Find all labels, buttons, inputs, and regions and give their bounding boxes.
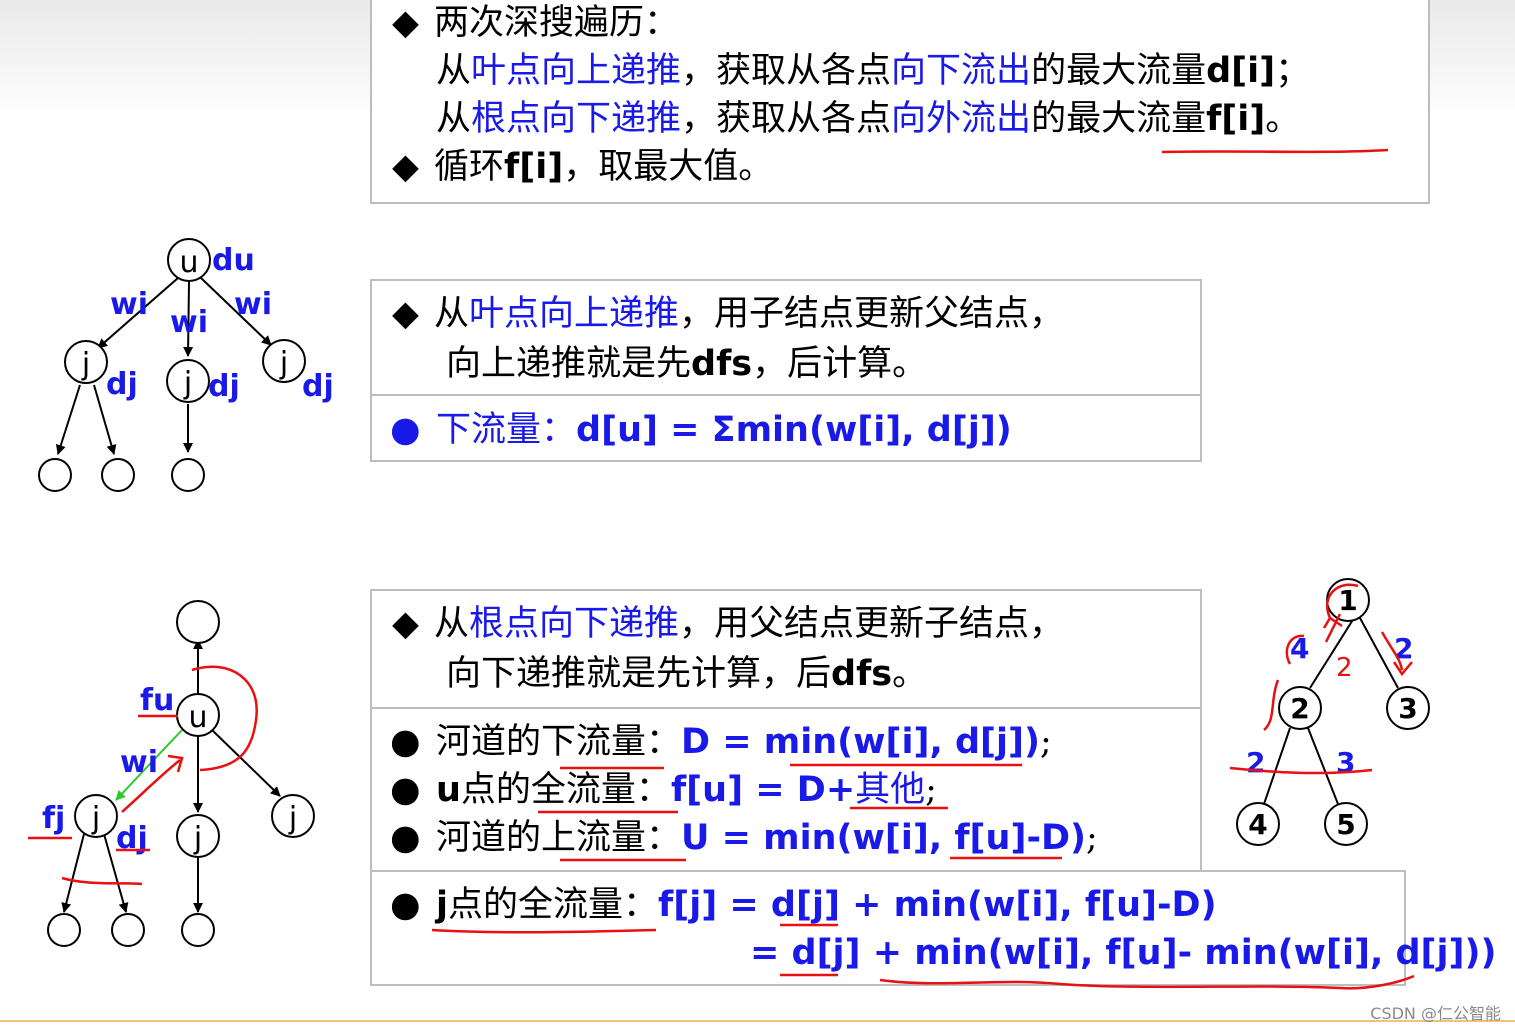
circle-bullet-icon: ● — [390, 770, 421, 810]
summary-line-3: 从根点向下递推，获取从各点向外流出的最大流量f[i]。 — [436, 99, 1301, 139]
edge-label: 2 — [1394, 632, 1413, 665]
edge-label: 2 — [1246, 746, 1265, 779]
label-wi: wi — [234, 287, 272, 322]
example-tree-diagram: 1 2 3 4 5 4 2 2 3 2 — [1229, 578, 1430, 846]
node-j: j — [279, 346, 288, 381]
river-down-flow: ● 河道的下流量：D = min(w[i], d[j]); — [390, 722, 1052, 762]
leaf-up-tree-diagram: u j j j du wi wi wi dj dj dj — [38, 238, 334, 492]
node-5: 5 — [1336, 808, 1355, 841]
diamond-bullet-icon: ◆ — [392, 294, 419, 334]
label-wi: wi — [120, 745, 158, 780]
node-j: j — [183, 366, 192, 401]
summary-line-1: ◆ 两次深搜遍历： — [392, 3, 680, 43]
leaf-up-box: ◆ 从叶点向上递推，用子结点更新父结点， 向上递推就是先dfs，后计算。 ● 下流量… — [370, 279, 1202, 462]
label-dj: dj — [302, 369, 334, 404]
leaf-up-line-2: 向上递推就是先dfs，后计算。 — [446, 344, 928, 384]
circle-bullet-icon: ● — [390, 885, 421, 925]
label-wi: wi — [170, 305, 208, 340]
root-down-line-2: 向下递推就是先计算，后dfs。 — [446, 654, 928, 694]
divider — [372, 394, 1200, 396]
label-wi: wi — [110, 287, 148, 322]
node-3: 3 — [1398, 692, 1417, 725]
red-label: 2 — [1336, 653, 1353, 683]
label-dj: dj — [106, 367, 138, 402]
node-j: j — [91, 801, 100, 836]
node-j: j — [81, 347, 90, 382]
label-du: du — [212, 243, 255, 278]
watermark: CSDN @仁公智能 — [1370, 1004, 1501, 1023]
root-down-tree-diagram: u j j j fu wi fj dj — [28, 600, 315, 947]
j-total-flow-line-2: = d[j] + min(w[i], f[u]- min(w[i], d[j])… — [750, 933, 1497, 973]
footer-bar — [0, 1020, 1515, 1022]
u-total-flow: ● u点的全流量：f[u] = D+其他; — [390, 770, 937, 810]
circle-bullet-icon: ● — [390, 410, 421, 450]
label-fj: fj — [42, 801, 65, 836]
node-j: j — [288, 801, 297, 836]
summary-box: ◆ 两次深搜遍历： 从叶点向上递推，获取从各点向下流出的最大流量d[i]； 从根点… — [370, 0, 1430, 204]
node-j: j — [193, 821, 202, 856]
root-down-box: ◆ 从根点向下递推，用父结点更新子结点， 向下递推就是先计算，后dfs。 ● 河道的… — [370, 589, 1202, 872]
j-total-flow-box: ● j点的全流量：f[j] = d[j] + min(w[i], f[u]-D) … — [370, 870, 1497, 986]
node-4: 4 — [1248, 808, 1267, 841]
j-total-flow-line-1: ● j点的全流量：f[j] = d[j] + min(w[i], f[u]-D) — [390, 885, 1217, 925]
node-u: u — [188, 700, 207, 735]
circle-bullet-icon: ● — [390, 722, 421, 762]
down-flow-formula: ● 下流量：d[u] = Σmin(w[i], d[j]) — [390, 410, 1012, 450]
diamond-bullet-icon: ◆ — [392, 604, 419, 644]
divider — [372, 707, 1200, 709]
diamond-bullet-icon: ◆ — [392, 3, 419, 43]
summary-line-4: ◆ 循环f[i]，取最大值。 — [392, 147, 774, 187]
node-u: u — [179, 245, 198, 280]
root-down-line-1: ◆ 从根点向下递推，用父结点更新子结点， — [392, 604, 1065, 644]
leaf-up-line-1: ◆ 从叶点向上递推，用子结点更新父结点， — [392, 294, 1065, 334]
node-1: 1 — [1338, 584, 1357, 617]
summary-line-2: 从叶点向上递推，获取从各点向下流出的最大流量d[i]； — [436, 51, 1311, 91]
circle-bullet-icon: ● — [390, 818, 421, 858]
river-up-flow: ● 河道的上流量：U = min(w[i], f[u]-D); — [390, 818, 1098, 858]
node-2: 2 — [1290, 692, 1309, 725]
edge-label: 3 — [1336, 746, 1355, 779]
red-annotations — [1229, 583, 1413, 775]
diamond-bullet-icon: ◆ — [392, 147, 419, 187]
label-fu: fu — [140, 683, 174, 718]
label-dj: dj — [208, 369, 240, 404]
